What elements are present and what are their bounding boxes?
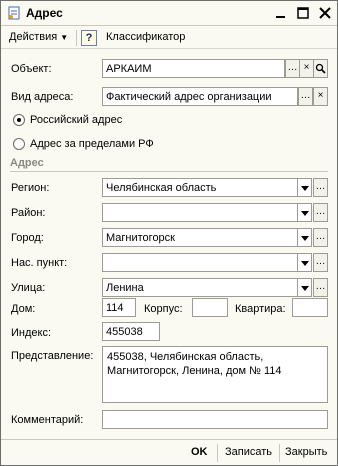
city-dropdown[interactable] bbox=[298, 228, 312, 247]
actions-menu[interactable]: Действия ▼ bbox=[9, 31, 68, 43]
index-field[interactable]: 455038 bbox=[102, 322, 160, 341]
apartment-field[interactable] bbox=[292, 298, 328, 317]
district-field[interactable] bbox=[102, 203, 298, 222]
district-select-button[interactable]: … bbox=[313, 203, 328, 222]
index-label: Индекс: bbox=[11, 327, 52, 339]
help-button[interactable]: ? bbox=[81, 30, 97, 46]
toolbar-separator bbox=[76, 30, 77, 46]
ok-button[interactable]: OK bbox=[191, 446, 208, 458]
toolbar: Действия ▼ ? Классификатор bbox=[1, 27, 337, 49]
district-dropdown[interactable] bbox=[298, 203, 312, 222]
street-dropdown[interactable] bbox=[298, 278, 312, 297]
radio-foreign-label: Адрес за пределами РФ bbox=[30, 138, 154, 150]
object-field[interactable]: АРКАИМ bbox=[102, 59, 285, 78]
chevron-down-icon: ▼ bbox=[60, 33, 69, 42]
document-icon bbox=[8, 6, 20, 20]
street-select-button[interactable]: … bbox=[313, 278, 328, 297]
close-icon[interactable] bbox=[317, 5, 333, 21]
address-dialog: Адрес Действия ▼ ? Классификатор Объект:… bbox=[0, 0, 338, 466]
city-label: Город: bbox=[11, 232, 44, 244]
district-label: Район: bbox=[11, 207, 46, 219]
comment-field[interactable] bbox=[102, 410, 328, 429]
address-type-field[interactable]: Фактический адрес организации bbox=[102, 87, 298, 106]
region-select-button[interactable]: … bbox=[313, 178, 328, 197]
address-type-select-button[interactable]: … bbox=[298, 87, 313, 106]
title-bar: Адрес bbox=[1, 1, 337, 26]
section-divider bbox=[10, 171, 328, 172]
maximize-icon[interactable] bbox=[295, 5, 311, 21]
bottom-bar: OK Записать Закрыть bbox=[1, 439, 337, 465]
apartment-label: Квартира: bbox=[235, 303, 286, 315]
street-label: Улица: bbox=[11, 282, 46, 294]
search-icon bbox=[315, 63, 326, 74]
region-label: Регион: bbox=[11, 182, 50, 194]
close-button[interactable]: Закрыть bbox=[285, 446, 327, 458]
locality-dropdown[interactable] bbox=[298, 253, 312, 272]
house-label: Дом: bbox=[11, 303, 36, 315]
bottom-separator bbox=[279, 444, 280, 462]
object-clear-button[interactable]: × bbox=[299, 59, 314, 78]
save-button[interactable]: Записать bbox=[225, 446, 272, 458]
building-field[interactable] bbox=[192, 298, 228, 317]
address-type-label: Вид адреса: bbox=[11, 91, 74, 103]
region-field[interactable]: Челябинская область bbox=[102, 178, 298, 197]
locality-field[interactable] bbox=[102, 253, 298, 272]
city-field[interactable]: Магнитогорск bbox=[102, 228, 298, 247]
address-section-title: Адрес bbox=[10, 157, 44, 169]
object-select-button[interactable]: … bbox=[285, 59, 300, 78]
city-select-button[interactable]: … bbox=[313, 228, 328, 247]
radio-russian-address[interactable] bbox=[13, 114, 25, 126]
radio-foreign-address[interactable] bbox=[13, 138, 25, 150]
building-label: Корпус: bbox=[144, 303, 183, 315]
actions-label: Действия bbox=[9, 31, 58, 43]
address-type-clear-button[interactable]: × bbox=[313, 87, 328, 106]
radio-russian-label: Российский адрес bbox=[30, 114, 123, 126]
comment-label: Комментарий: bbox=[11, 414, 84, 426]
bottom-separator bbox=[217, 444, 218, 462]
classifier-button[interactable]: Классификатор bbox=[106, 31, 185, 43]
object-label: Объект: bbox=[11, 63, 52, 75]
window-title: Адрес bbox=[26, 6, 63, 20]
locality-label: Нас. пункт: bbox=[11, 257, 68, 269]
locality-select-button[interactable]: … bbox=[313, 253, 328, 272]
house-field[interactable]: 114 bbox=[102, 298, 136, 317]
street-field[interactable]: Ленина bbox=[102, 278, 298, 297]
object-search-button[interactable] bbox=[313, 59, 328, 78]
representation-label: Представление: bbox=[11, 350, 94, 362]
region-dropdown[interactable] bbox=[298, 178, 312, 197]
minimize-icon[interactable] bbox=[273, 5, 289, 21]
representation-field[interactable]: 455038, Челябинская область, Магнитогорс… bbox=[102, 346, 328, 403]
